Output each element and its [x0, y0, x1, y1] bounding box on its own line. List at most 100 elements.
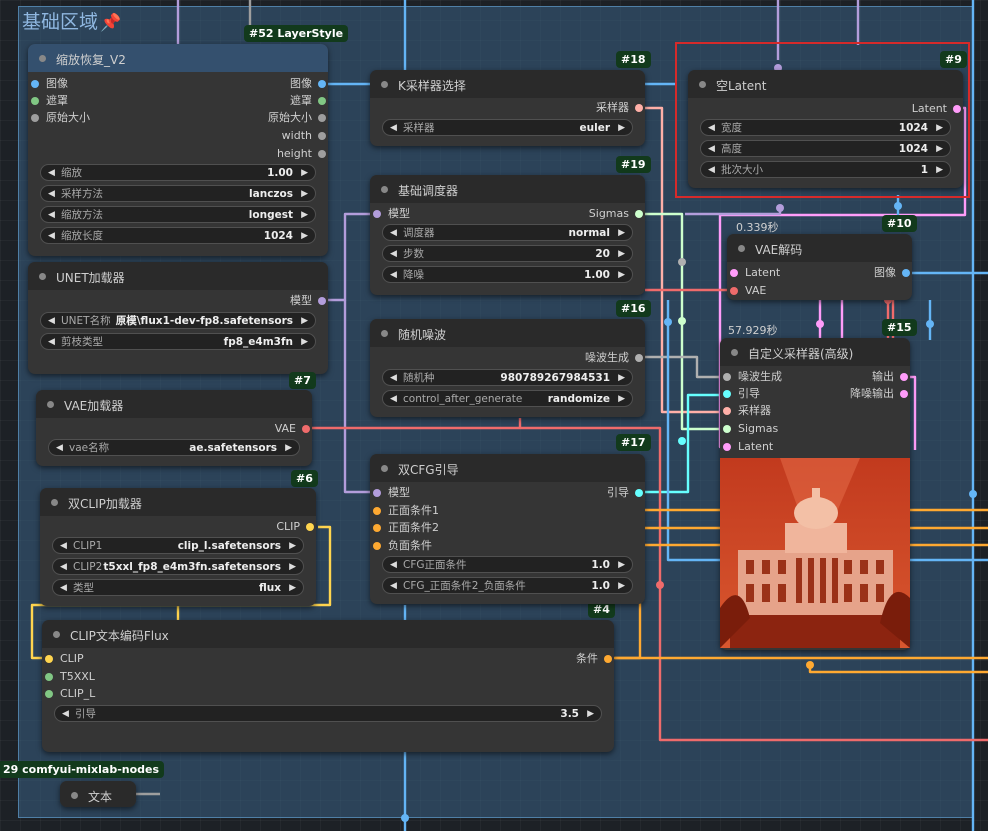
widget-weight-dtype[interactable]: ◀ 剪枝类型 fp8_e4m3fn ▶	[40, 333, 316, 350]
node-title: UNET加载器	[56, 271, 125, 285]
collapse-dot-icon[interactable]	[39, 55, 46, 62]
output-clip[interactable]: CLIP	[276, 519, 316, 535]
node-vae-loader[interactable]: VAE加载器 VAE ◀ vae名称 ae.safetensors ▶	[36, 390, 312, 466]
node-title: 自定义采样器(高级)	[748, 347, 854, 361]
output-model[interactable]: 模型	[290, 293, 328, 309]
widget-denoise[interactable]: ◀ 降噪 1.00 ▶	[382, 266, 633, 283]
node-vae-decode[interactable]: VAE解码 Latent VAE 图像	[727, 234, 912, 300]
node-id-badge: #15	[882, 319, 917, 336]
widget-cfg-cond2-negative[interactable]: ◀ CFG_正面条件2_负面条件 1.0 ▶	[382, 577, 633, 594]
input-original-size[interactable]: 原始大小	[28, 110, 90, 126]
output-image[interactable]: 图像	[290, 76, 328, 92]
widget-cfg-cond[interactable]: ◀ CFG正面条件 1.0 ▶	[382, 556, 633, 573]
widget-scale[interactable]: ◀ 缩放 1.00 ▶	[40, 164, 316, 181]
collapse-dot-icon[interactable]	[53, 631, 60, 638]
widget-sample-method[interactable]: ◀ 采样方法 lanczos ▶	[40, 185, 316, 202]
node-id-badge: #6	[291, 470, 318, 487]
node-title: 随机噪波	[398, 328, 447, 342]
input-sampler[interactable]: 采样器	[720, 403, 771, 419]
collapse-dot-icon[interactable]	[47, 401, 54, 408]
widget-clip2[interactable]: ◀ CLIP2 t5xxl_fp8_e4m3fn.safetensors ▶	[52, 558, 304, 575]
output-mask[interactable]: 遮罩	[290, 93, 328, 109]
node-id-badge: #10	[882, 215, 917, 232]
preview-image	[720, 458, 910, 648]
collapse-dot-icon[interactable]	[381, 330, 388, 337]
wire-conditioning	[808, 665, 988, 674]
selection-highlight	[675, 42, 970, 198]
widget-scale-method[interactable]: ◀ 缩放方法 longest ▶	[40, 206, 316, 223]
input-clip-l[interactable]: CLIP_L	[42, 686, 95, 702]
widget-scale-length[interactable]: ◀ 缩放长度 1024 ▶	[40, 227, 316, 244]
widget-guidance[interactable]: ◀ 引导 3.5 ▶	[54, 705, 602, 722]
node-title: K采样器选择	[398, 79, 466, 93]
node-title: 双CLIP加载器	[68, 497, 142, 511]
input-noise[interactable]: 噪波生成	[720, 369, 782, 385]
input-positive-cond-1[interactable]: 正面条件1	[370, 503, 439, 519]
node-clip-text-encode-flux[interactable]: CLIP文本编码Flux CLIP T5XXL CLIP_L 条件 ◀ 引导 3.5…	[42, 620, 614, 752]
wire-lavender	[685, 208, 782, 216]
output-vae[interactable]: VAE	[275, 421, 312, 437]
input-image[interactable]: 图像	[28, 76, 68, 92]
node-dual-cfg-guider[interactable]: 双CFG引导 模型 正面条件1 正面条件2 负面条件 引导 ◀ CFG正面条件 1.…	[370, 454, 645, 604]
input-latent[interactable]: Latent	[727, 265, 780, 281]
input-sigmas[interactable]: Sigmas	[720, 421, 778, 437]
output-output[interactable]: 输出	[872, 369, 910, 385]
wire-vae	[305, 418, 522, 430]
output-guider[interactable]: 引导	[607, 485, 645, 501]
node-ksampler-select[interactable]: K采样器选择 采样器 ◀ 采样器 euler ▶	[370, 70, 645, 146]
widget-sampler-name[interactable]: ◀ 采样器 euler ▶	[382, 119, 633, 136]
widget-seed[interactable]: ◀ 随机种 980789267984531 ▶	[382, 369, 633, 386]
output-original-size[interactable]: 原始大小	[268, 110, 328, 126]
input-positive-cond-2[interactable]: 正面条件2	[370, 520, 439, 536]
output-height[interactable]: height	[277, 146, 328, 162]
output-sigmas[interactable]: Sigmas	[589, 206, 645, 222]
node-random-noise[interactable]: 随机噪波 噪波生成 ◀ 随机种 980789267984531 ▶ ◀ control_…	[370, 319, 645, 417]
node-title: 双CFG引导	[398, 463, 459, 477]
widget-unet-name[interactable]: ◀ UNET名称 原模\flux1-dev-fp8.safetensors ▶	[40, 312, 316, 329]
collapse-dot-icon[interactable]	[71, 792, 78, 799]
input-negative-cond[interactable]: 负面条件	[370, 538, 432, 554]
widget-clip-type[interactable]: ◀ 类型 flux ▶	[52, 579, 304, 596]
collapse-dot-icon[interactable]	[381, 186, 388, 193]
collapse-dot-icon[interactable]	[381, 81, 388, 88]
input-mask[interactable]: 遮罩	[28, 93, 68, 109]
collapse-dot-icon[interactable]	[738, 245, 745, 252]
widget-vae-name[interactable]: ◀ vae名称 ae.safetensors ▶	[48, 439, 300, 456]
node-basic-scheduler[interactable]: 基础调度器 模型 Sigmas ◀ 调度器 normal ▶ ◀ 步数 20 ▶ ◀ 降噪 1.…	[370, 175, 645, 295]
output-conditioning[interactable]: 条件	[576, 651, 614, 667]
collapse-dot-icon[interactable]	[39, 273, 46, 280]
collapse-dot-icon[interactable]	[731, 349, 738, 356]
node-id-badge: #7	[289, 372, 316, 389]
node-title: VAE解码	[755, 243, 803, 257]
node-id-badge: #52 LayerStyle	[244, 25, 349, 42]
node-dual-clip-loader[interactable]: 双CLIP加载器 CLIP ◀ CLIP1 clip_l.safetensors ▶ …	[40, 488, 316, 606]
node-title: VAE加载器	[64, 399, 124, 413]
input-guider[interactable]: 引导	[720, 386, 760, 402]
output-denoised-output[interactable]: 降噪输出	[850, 386, 910, 402]
input-model[interactable]: 模型	[370, 206, 410, 222]
node-title: CLIP文本编码Flux	[70, 629, 169, 643]
output-sampler[interactable]: 采样器	[596, 100, 645, 116]
exec-time: 57.929秒	[728, 324, 778, 337]
input-latent[interactable]: Latent	[720, 439, 773, 455]
widget-control-after-generate[interactable]: ◀ control_after_generate randomize ▶	[382, 390, 633, 407]
output-image[interactable]: 图像	[874, 265, 912, 281]
node-unet-loader[interactable]: UNET加载器 模型 ◀ UNET名称 原模\flux1-dev-fp8.safet…	[28, 262, 328, 374]
widget-scheduler[interactable]: ◀ 调度器 normal ▶	[382, 224, 633, 241]
input-vae[interactable]: VAE	[727, 283, 766, 299]
input-clip[interactable]: CLIP	[42, 651, 84, 667]
wire-model	[343, 300, 372, 494]
collapse-dot-icon[interactable]	[51, 499, 58, 506]
widget-steps[interactable]: ◀ 步数 20 ▶	[382, 245, 633, 262]
output-noise[interactable]: 噪波生成	[585, 350, 645, 366]
input-model[interactable]: 模型	[370, 485, 410, 501]
input-t5xxl[interactable]: T5XXL	[42, 669, 95, 685]
exec-time: 0.339秒	[736, 221, 779, 234]
output-width[interactable]: width	[282, 128, 328, 144]
node-text-collapsed[interactable]: 文本	[60, 781, 136, 807]
node-canvas[interactable]: 基础区域 📌 #52 LayerStyle 缩放恢复_V2 图像 遮罩 原始大小…	[0, 0, 988, 831]
widget-clip1[interactable]: ◀ CLIP1 clip_l.safetensors ▶	[52, 537, 304, 554]
node-id-badge: #17	[616, 434, 651, 451]
collapse-dot-icon[interactable]	[381, 465, 388, 472]
node-resize-restore[interactable]: 缩放恢复_V2 图像 遮罩 原始大小 图像 遮罩 原始大小 width heig…	[28, 44, 328, 256]
